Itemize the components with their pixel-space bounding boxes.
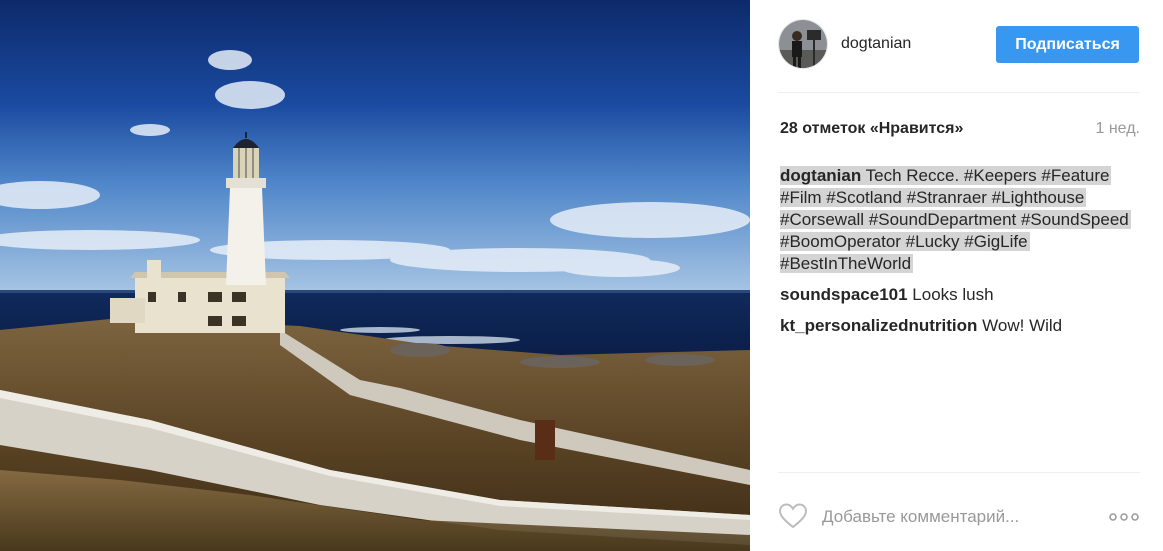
post-time[interactable]: 1 нед. xyxy=(1095,120,1140,138)
comment-input[interactable] xyxy=(822,504,1072,530)
heart-icon[interactable] xyxy=(778,502,808,530)
lighthouse-photo xyxy=(0,0,750,551)
comments-list: dogtanian Tech Recce. #Keepers #Feature … xyxy=(780,165,1140,346)
comment-item: kt_personalizednutrition Wow! Wild xyxy=(780,315,1140,337)
header-username[interactable]: dogtanian xyxy=(841,35,911,53)
post-header: dogtanian Подписаться xyxy=(778,19,1140,71)
comment-username[interactable]: kt_personalizednutrition xyxy=(780,316,977,335)
post-sidebar: dogtanian Подписаться 28 отметок «Нравит… xyxy=(750,0,1163,551)
comment-username[interactable]: soundspace101 xyxy=(780,285,908,304)
caption: dogtanian Tech Recce. #Keepers #Feature … xyxy=(780,165,1140,275)
post-photo[interactable] xyxy=(0,0,750,551)
avatar-image xyxy=(779,20,827,68)
ellipsis-icon[interactable] xyxy=(1108,504,1140,530)
comment-item: soundspace101 Looks lush xyxy=(780,284,1140,306)
comment-text: Wow! Wild xyxy=(982,316,1063,335)
comment-text: Looks lush xyxy=(912,285,994,304)
avatar[interactable] xyxy=(778,19,828,69)
follow-button[interactable]: Подписаться xyxy=(996,26,1139,63)
add-comment-bar xyxy=(778,496,1140,536)
divider xyxy=(778,472,1140,473)
likes-count[interactable]: 28 отметок «Нравится» xyxy=(780,120,963,138)
caption-highlight: dogtanian Tech Recce. #Keepers #Feature … xyxy=(780,166,1131,273)
caption-username[interactable]: dogtanian xyxy=(780,166,861,185)
divider xyxy=(778,92,1140,93)
